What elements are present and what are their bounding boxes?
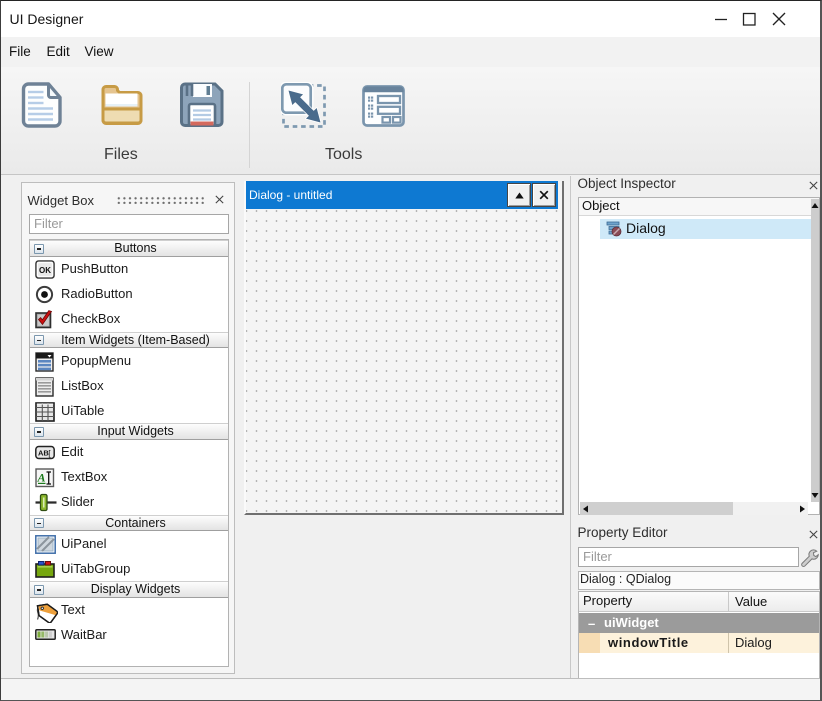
svg-text:OK: OK: [39, 266, 51, 275]
svg-text:A: A: [36, 471, 45, 485]
